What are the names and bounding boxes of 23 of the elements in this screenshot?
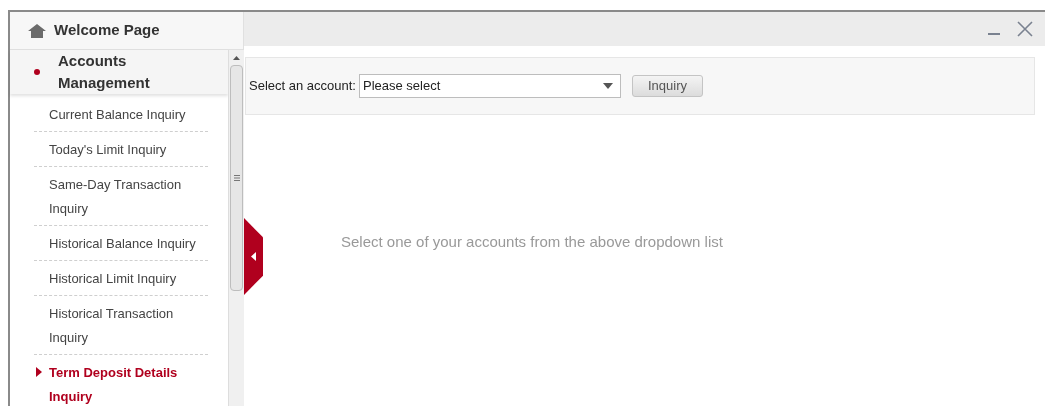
scrollbar[interactable] (228, 50, 244, 406)
menu-item[interactable]: Today's Limit Inquiry (34, 132, 208, 167)
menu-item[interactable]: Historical Transaction Inquiry (34, 296, 208, 355)
account-select[interactable]: Please select (358, 74, 621, 98)
caret-icon (36, 367, 42, 377)
scroll-thumb[interactable] (230, 65, 243, 291)
menu-item[interactable]: Term Deposit Details Inquiry (34, 355, 208, 406)
menu-item[interactable]: Same-Day Transaction Inquiry (34, 167, 208, 226)
close-icon[interactable] (1017, 21, 1033, 37)
section-header[interactable]: Accounts Management (10, 50, 228, 94)
menu-item[interactable]: Historical Balance Inquiry (34, 226, 208, 261)
grip-icon (233, 175, 240, 181)
menu-item[interactable]: Historical Limit Inquiry (34, 261, 208, 296)
arrow-left-icon (251, 252, 256, 261)
scroll-up-icon[interactable] (233, 56, 240, 60)
inquiry-button[interactable]: Inquiry (631, 75, 703, 97)
home-header[interactable]: Welcome Page (10, 12, 244, 50)
hint-message: Select one of your accounts from the above dropdown list (341, 232, 723, 252)
bullet-icon (34, 69, 40, 75)
home-icon (28, 23, 46, 38)
account-label: Select an account: (249, 77, 356, 96)
menu-item[interactable]: Current Balance Inquiry (34, 97, 208, 132)
dropdown-arrow-icon (602, 83, 613, 89)
